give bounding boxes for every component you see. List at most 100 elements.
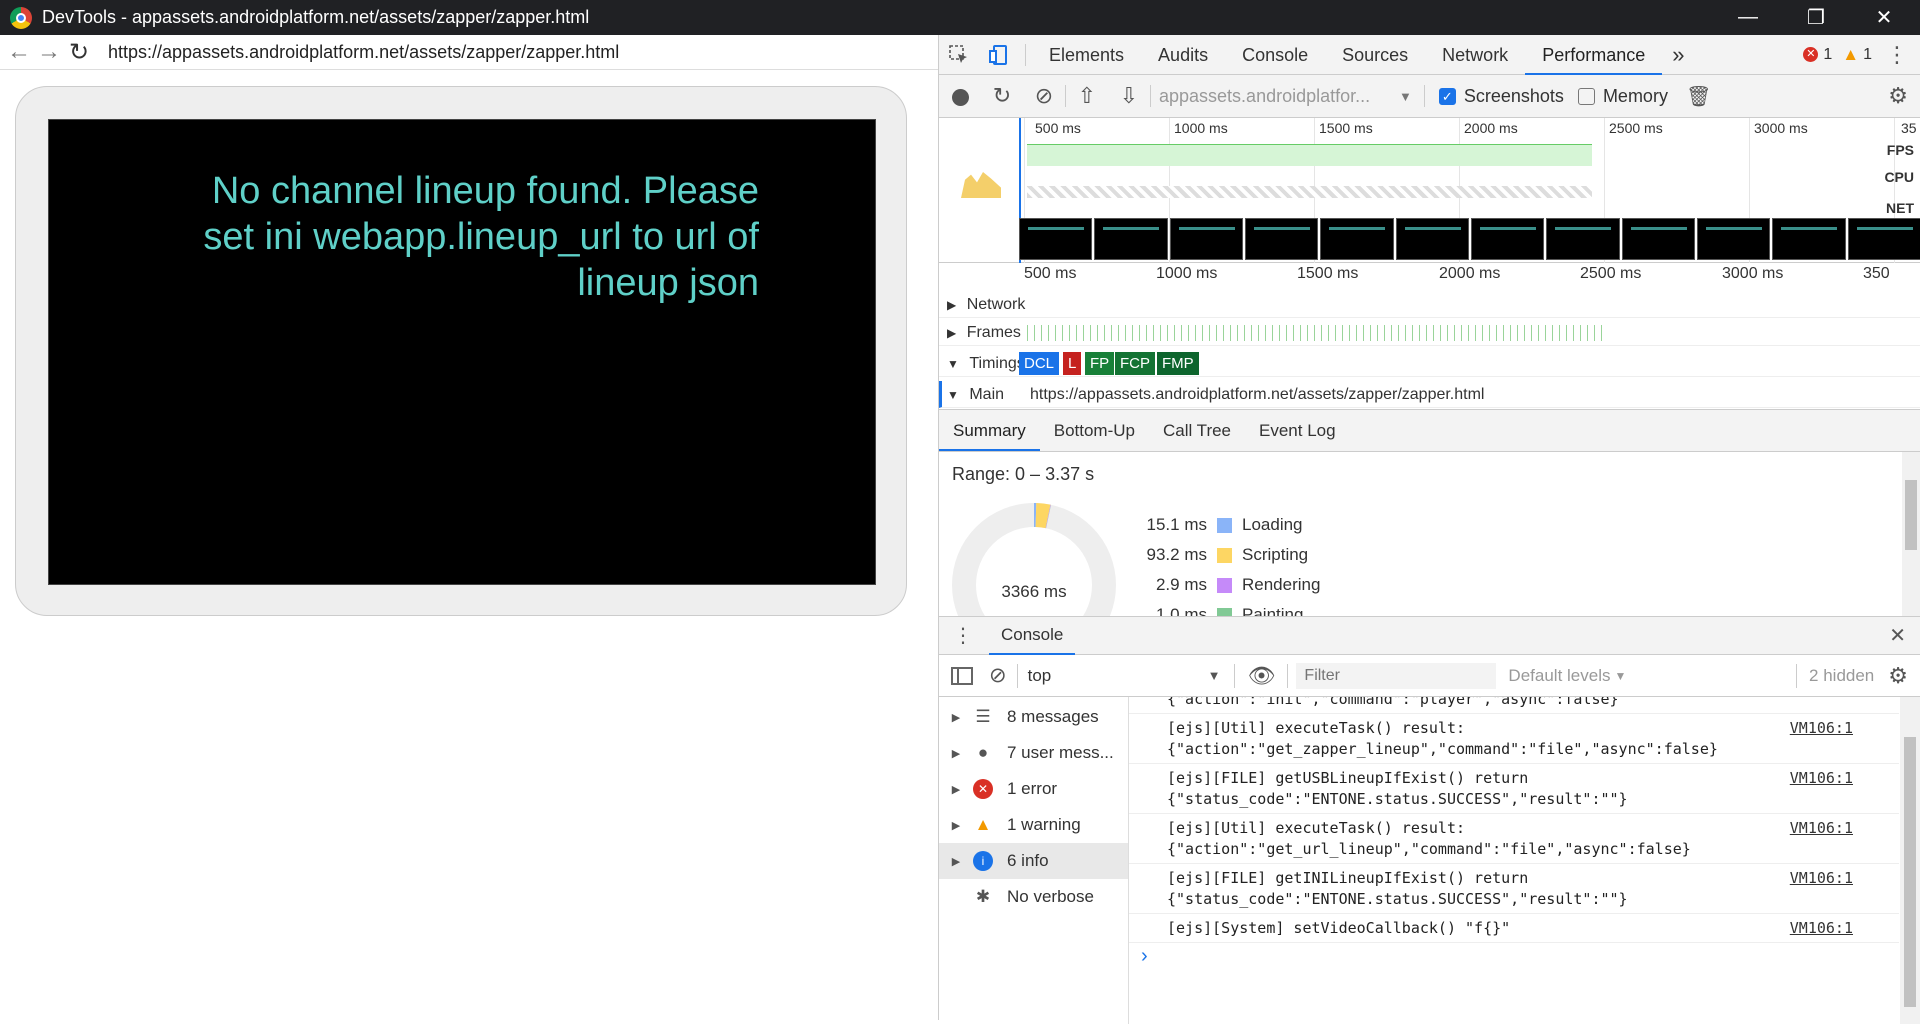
trash-icon[interactable]: 🗑 [1686,84,1711,109]
drawer-tab-console[interactable]: Console [989,617,1076,655]
expand-arrow-icon[interactable]: ▶ [947,326,956,340]
tab-bottom-up[interactable]: Bottom-Up [1040,410,1149,451]
timing-marker-fcp[interactable]: FCP [1115,352,1155,375]
console-prompt[interactable]: › [1129,943,1899,968]
toolbar-divider [1796,663,1798,688]
url-field[interactable]: https://appassets.androidplatform.net/as… [108,42,619,63]
console-sidebar-item[interactable]: ▶✱No verbose [939,879,1128,915]
back-arrow-icon[interactable]: ← [4,38,34,66]
message-source-link[interactable]: VM106:1 [1790,918,1853,939]
close-drawer-icon[interactable]: ✕ [1889,623,1906,648]
clear-icon[interactable]: ⊘ [1023,83,1065,109]
main-track[interactable]: ▼ Main https://appassets.androidplatform… [939,381,1920,408]
console-sidebar-item[interactable]: ▶ ☰ 8 messages [939,699,1128,735]
screenshot-thumbnail[interactable] [1094,218,1168,260]
screenshot-thumbnail[interactable] [1019,218,1093,260]
tab-event-log[interactable]: Event Log [1245,410,1350,451]
inspect-element-icon[interactable] [939,35,979,75]
clear-console-icon[interactable]: ⊘ [989,663,1007,688]
screenshot-thumbnail[interactable] [1621,218,1695,260]
network-track[interactable]: ▶ Network [939,291,1920,318]
load-profile-icon[interactable]: ⇧ [1066,83,1108,109]
timings-track[interactable]: ▼ Timings DCL L FP FCP FMP [939,350,1920,377]
more-tabs-button[interactable]: » [1662,42,1694,68]
error-count[interactable]: 1 [1823,46,1832,64]
screenshot-thumbnail[interactable] [1847,218,1920,260]
screenshot-thumbnail[interactable] [1546,218,1620,260]
close-window-button[interactable]: ✕ [1846,0,1920,35]
tab-summary[interactable]: Summary [939,410,1040,451]
screenshot-thumbnail[interactable] [1320,218,1394,260]
flame-chart[interactable]: 500 ms 1000 ms 1500 ms 2000 ms 2500 ms 3… [939,263,1920,410]
expand-arrow-icon[interactable]: ▶ [947,298,956,312]
profile-select[interactable]: appassets.androidplatfor... [1159,86,1399,107]
screenshot-thumbnail[interactable] [1395,218,1469,260]
reload-profile-icon[interactable]: ↻ [981,83,1023,109]
log-levels-select[interactable]: Default levels [1508,666,1610,686]
screenshots-label: Screenshots [1463,85,1564,106]
eye-icon[interactable]: 👁 [1247,663,1275,689]
restore-button[interactable]: ❐ [1778,0,1854,35]
tab-call-tree[interactable]: Call Tree [1149,410,1245,451]
expand-arrow-icon[interactable]: ▶ [939,711,973,724]
screenshot-thumbnail[interactable] [1470,218,1545,260]
timing-marker-fmp[interactable]: FMP [1157,352,1199,375]
devtools-menu-icon[interactable]: ⋮ [1886,42,1908,68]
console-sidebar-item[interactable]: ▶ ● 7 user mess... [939,735,1128,771]
save-profile-icon[interactable]: ⇩ [1108,83,1150,109]
toolbar-divider [1150,85,1151,107]
tab-sources[interactable]: Sources [1325,35,1425,75]
reload-icon[interactable]: ↻ [64,38,94,67]
cpu-lane-label: CPU [1884,169,1914,185]
console-scrollbar[interactable] [1900,697,1920,1024]
tab-console[interactable]: Console [1225,35,1325,75]
console-sidebar-item[interactable]: ▶ i 6 info [939,843,1128,879]
gear-icon[interactable]: ⚙ [1888,83,1908,109]
console-sidebar-item[interactable]: ▶ ▲ 1 warning [939,807,1128,843]
context-select[interactable]: top [1028,666,1208,686]
timeline-overview[interactable]: 500 ms 1000 ms 1500 ms 2000 ms 2500 ms 3… [939,118,1920,263]
tab-performance[interactable]: Performance [1525,35,1663,75]
collapse-arrow-icon[interactable]: ▼ [947,388,959,402]
message-source-link[interactable]: VM106:1 [1790,818,1853,839]
device-toolbar-icon[interactable] [979,35,1019,75]
screenshot-thumbnail[interactable] [1244,218,1319,260]
sidebar-toggle-icon[interactable] [951,666,973,685]
tab-network[interactable]: Network [1425,35,1525,75]
memory-checkbox[interactable] [1577,87,1595,105]
message-source-link[interactable]: VM106:1 [1790,718,1853,739]
message-source-link[interactable]: VM106:1 [1790,768,1853,789]
console-sidebar-label: No verbose [1007,887,1094,906]
forward-arrow-icon[interactable]: → [34,38,64,66]
collapse-arrow-icon[interactable]: ▼ [947,357,959,371]
tab-elements[interactable]: Elements [1032,35,1141,75]
tab-audits[interactable]: Audits [1141,35,1225,75]
screenshot-thumbnail[interactable] [1772,218,1846,260]
frames-track[interactable]: ▶ Frames [939,319,1920,346]
timing-marker-dcl[interactable]: DCL [1019,352,1060,375]
record-icon[interactable] [939,83,981,109]
screenshots-checkbox[interactable]: ✓ [1438,87,1456,105]
message-source-link[interactable]: VM106:1 [1790,868,1853,889]
minimize-button[interactable]: — [1710,0,1786,35]
chevron-down-icon[interactable]: ▼ [1208,668,1221,683]
expand-arrow-icon[interactable]: ▶ [939,819,973,832]
expand-arrow-icon[interactable]: ▶ [939,747,973,760]
expand-arrow-icon[interactable]: ▶ [939,855,973,868]
chevron-down-icon[interactable]: ▼ [1399,89,1412,104]
expand-arrow-icon[interactable]: ▶ [939,783,973,796]
timing-marker-fp[interactable]: FP [1085,352,1115,375]
message-detail: {"status_code":"ENTONE.status.SUCCESS","… [1167,790,1628,808]
console-settings-gear-icon[interactable]: ⚙ [1888,663,1908,689]
message-detail: {"action":"get_url_lineup","command":"fi… [1167,840,1691,858]
summary-scrollbar[interactable] [1902,452,1920,616]
warning-icon: ▲ [1842,44,1860,64]
drawer-menu-icon[interactable]: ⋮ [953,623,973,648]
warning-count[interactable]: 1 [1863,46,1872,64]
timing-marker-load[interactable]: L [1063,352,1082,375]
chevron-down-icon[interactable]: ▼ [1614,669,1626,683]
console-sidebar-item[interactable]: ▶ ✕ 1 error [939,771,1128,807]
screenshot-thumbnail[interactable] [1169,218,1243,260]
screenshot-thumbnail[interactable] [1696,218,1771,260]
console-filter-input[interactable] [1296,662,1497,689]
